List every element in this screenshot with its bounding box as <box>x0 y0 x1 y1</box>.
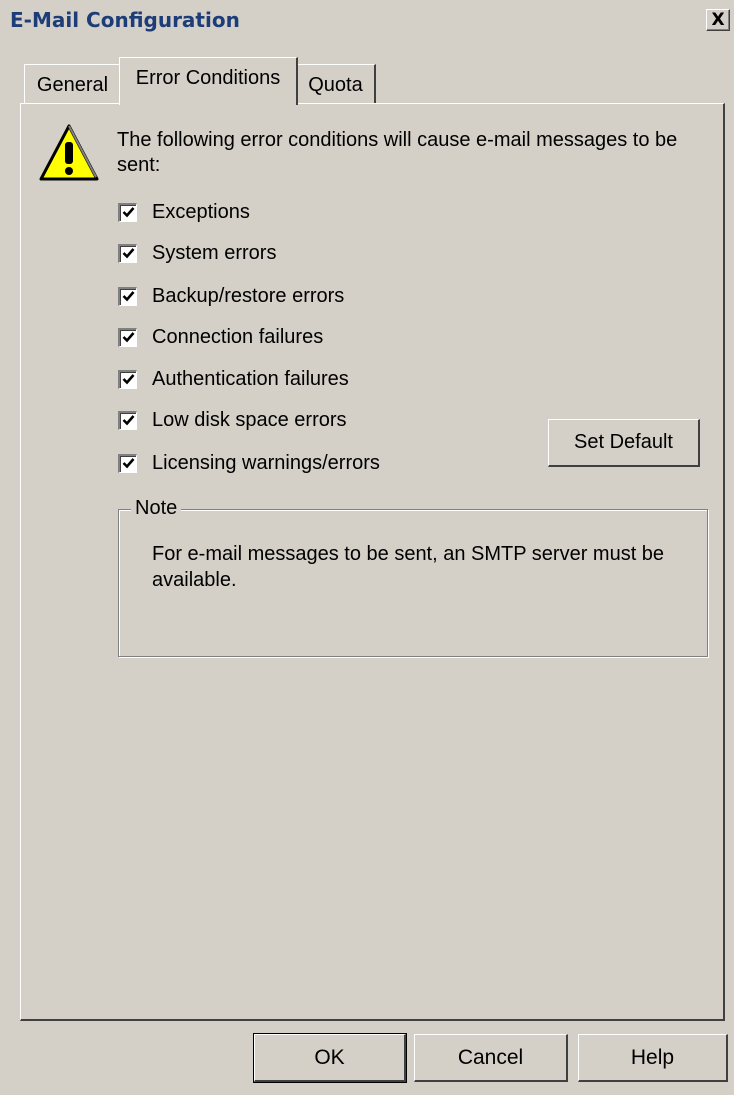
close-icon: X <box>711 9 725 30</box>
checkbox-box[interactable] <box>118 327 137 347</box>
intro-text: The following error conditions will caus… <box>117 129 678 176</box>
checkbox-label: Low disk space errors <box>152 408 347 431</box>
checkbox-label: Authentication failures <box>152 367 349 390</box>
tab-quota[interactable]: Quota <box>296 64 376 104</box>
tab-general[interactable]: General <box>24 64 122 104</box>
checkbox-label: System errors <box>152 241 277 264</box>
window-title: E-Mail Configuration <box>10 8 240 32</box>
tab-general-label: General <box>36 74 109 96</box>
checkbox-exceptions[interactable]: Exceptions <box>118 199 250 225</box>
tab-error-conditions[interactable]: Error Conditions <box>119 57 298 105</box>
note-group: Note For e-mail messages to be sent, an … <box>118 496 708 657</box>
check-icon <box>122 291 134 302</box>
checkbox-box[interactable] <box>118 202 137 222</box>
checkbox-system-errors[interactable]: System errors <box>118 240 276 266</box>
error-conditions-panel: The following error conditions will caus… <box>20 103 725 1021</box>
checkbox-connection-failures[interactable]: Connection failures <box>118 324 323 350</box>
check-icon <box>122 458 134 469</box>
check-icon <box>122 374 134 385</box>
warning-icon <box>38 123 100 183</box>
tab-quota-label: Quota <box>308 74 363 96</box>
checkbox-box[interactable] <box>118 410 137 430</box>
tab-error-conditions-label: Error Conditions <box>135 67 281 89</box>
help-button[interactable]: Help <box>578 1034 728 1082</box>
set-default-button[interactable]: Set Default <box>548 419 700 467</box>
check-icon <box>122 332 134 343</box>
check-icon <box>122 248 134 259</box>
checkbox-box[interactable] <box>118 369 137 389</box>
checkbox-box[interactable] <box>118 453 137 473</box>
checkbox-label: Connection failures <box>152 325 324 348</box>
checkbox-low-disk-space-errors[interactable]: Low disk space errors <box>118 407 347 433</box>
close-button[interactable]: X <box>706 9 730 31</box>
checkbox-label: Exceptions <box>152 200 250 223</box>
check-icon <box>122 415 134 426</box>
title-bar: E-Mail Configuration X <box>0 0 734 44</box>
checkbox-box[interactable] <box>118 243 137 263</box>
checkbox-backup-restore-errors[interactable]: Backup/restore errors <box>118 283 344 309</box>
checkbox-authentication-failures[interactable]: Authentication failures <box>118 366 349 392</box>
checkbox-licensing-warnings-errors[interactable]: Licensing warnings/errors <box>118 450 380 476</box>
checkbox-box[interactable] <box>118 286 137 306</box>
checkbox-label: Backup/restore errors <box>152 284 345 307</box>
note-text: For e-mail messages to be sent, an SMTP … <box>152 543 665 591</box>
checkbox-label: Licensing warnings/errors <box>152 451 380 474</box>
ok-button[interactable]: OK <box>253 1033 407 1083</box>
cancel-button[interactable]: Cancel <box>414 1034 568 1082</box>
check-icon <box>122 207 134 218</box>
note-legend: Note <box>131 496 182 520</box>
